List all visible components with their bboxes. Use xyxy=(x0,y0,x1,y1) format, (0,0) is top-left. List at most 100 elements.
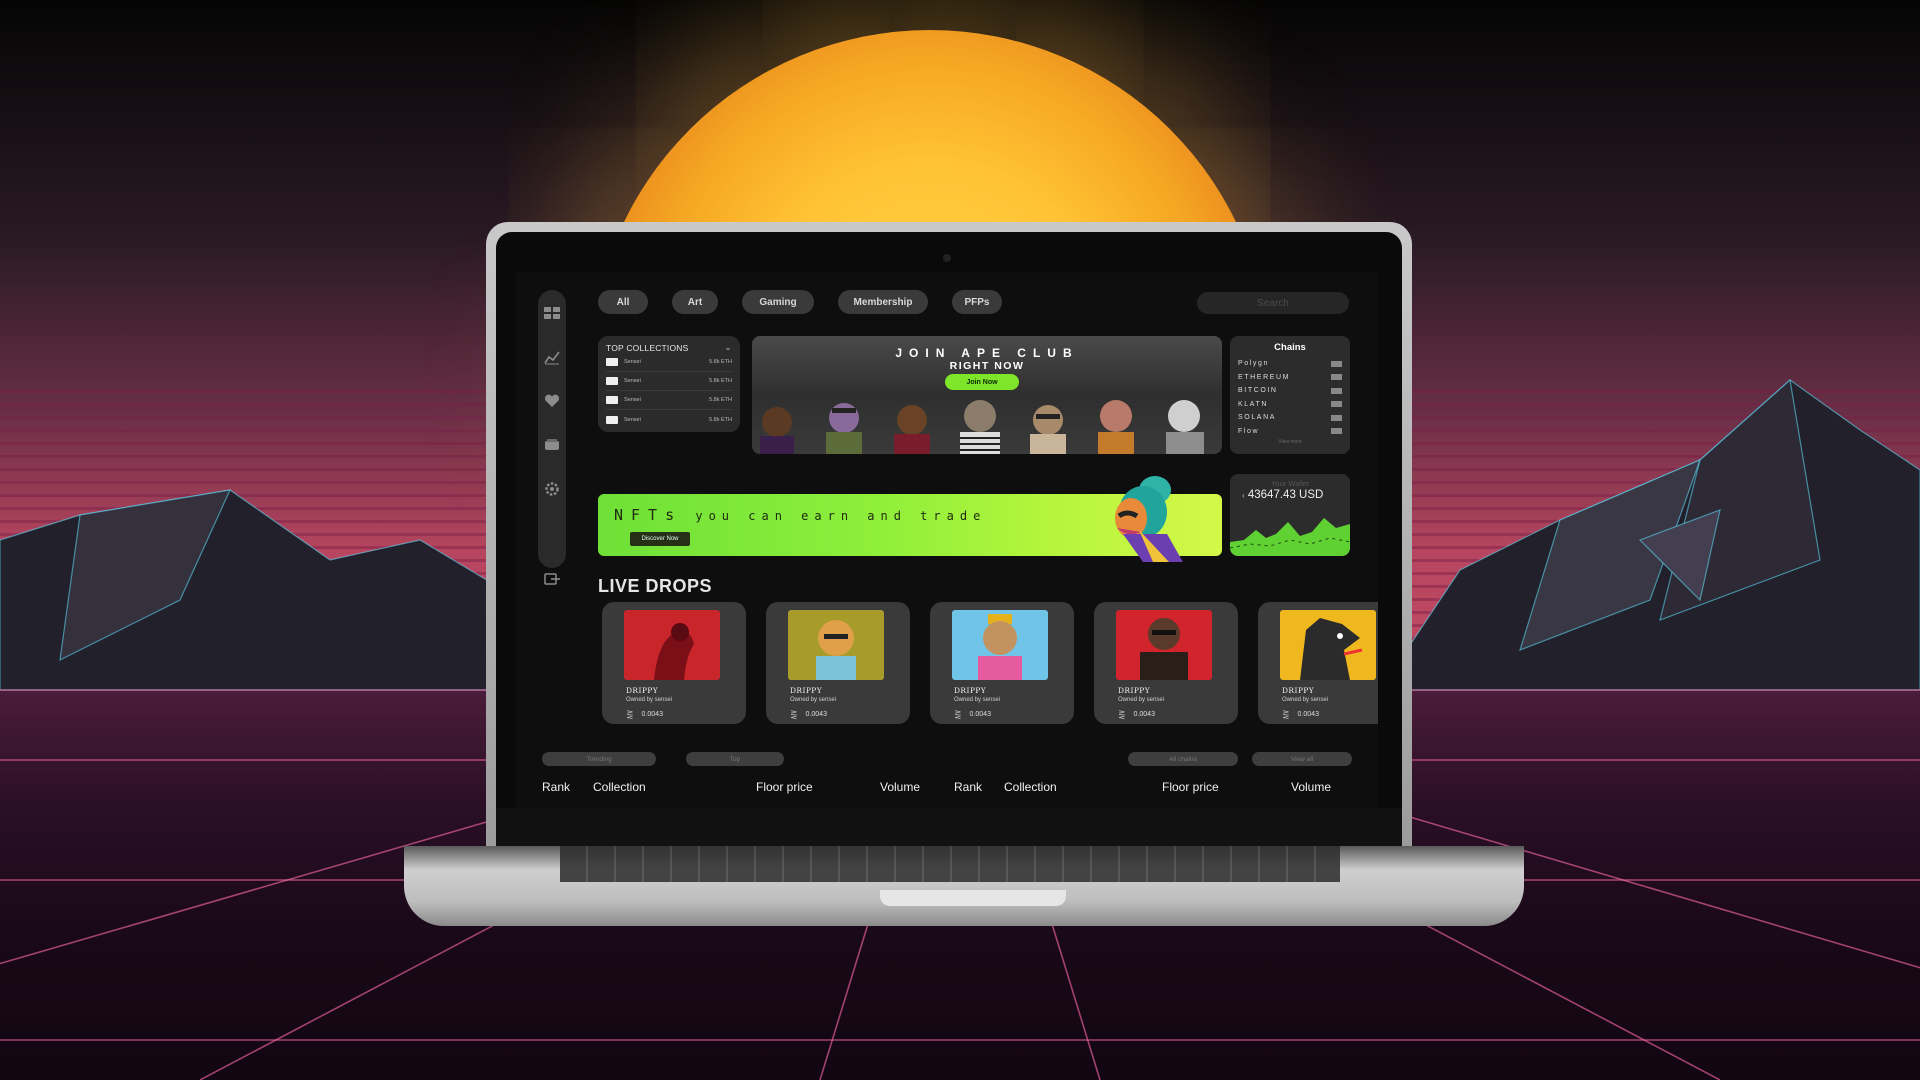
checkbox[interactable] xyxy=(606,358,618,366)
live-drops-title: LIVE DROPS xyxy=(598,576,713,596)
chain-toggle[interactable] xyxy=(1331,401,1342,408)
collection-name: Sensei xyxy=(624,359,641,365)
chain-label: Polygn xyxy=(1238,360,1270,368)
nft-price: ⪐ 0.0043 xyxy=(954,709,991,720)
checkbox[interactable] xyxy=(606,377,618,385)
discover-now-button[interactable]: Discover Now xyxy=(630,532,690,546)
nft-name: DRIPPY xyxy=(954,686,987,695)
chain-item[interactable]: Polygn xyxy=(1238,357,1342,371)
wallet-label: Your Wallet xyxy=(1271,479,1309,488)
view-all-button[interactable]: View all xyxy=(1252,752,1352,766)
hero-subtitle: RIGHT NOW xyxy=(949,360,1025,372)
nft-price: ⪐ 0.0043 xyxy=(1118,709,1155,720)
column-header-volume[interactable]: Volume xyxy=(1291,780,1331,794)
chain-toggle[interactable] xyxy=(1331,428,1342,435)
nft-owner: Owned by sensei xyxy=(1118,697,1165,703)
list-item[interactable]: Sensei 5.8k ETH xyxy=(606,391,732,410)
trending-filter-button[interactable]: Trending xyxy=(542,752,656,766)
nft-name: DRIPPY xyxy=(1282,686,1315,695)
nft-price: ⪐ 0.0043 xyxy=(626,709,663,720)
column-header-collection[interactable]: Collection xyxy=(593,780,646,794)
top-collections-panel: TOP COLLECTIONS ⌄ Sensei 5.8k ETH Sensei… xyxy=(598,336,740,432)
nft-name: DRIPPY xyxy=(1118,686,1151,695)
trackpad-notch xyxy=(880,890,1066,906)
checkbox[interactable] xyxy=(606,415,618,424)
collection-value: 5.8k ETH xyxy=(709,397,732,403)
nft-owner: Owned by sensei xyxy=(954,697,1001,703)
tab-membership[interactable]: Membership xyxy=(838,290,928,314)
collection-name: Sensei xyxy=(624,378,641,384)
list-item[interactable]: Sensei 5.8k ETH xyxy=(606,353,732,372)
banner-tagline: you can earn and trade xyxy=(695,509,987,523)
chain-toggle[interactable] xyxy=(1331,414,1342,421)
heart-icon[interactable] xyxy=(543,392,561,410)
chain-item[interactable]: Flow xyxy=(1238,425,1342,439)
dashboard-icon[interactable] xyxy=(543,304,561,322)
chain-item[interactable]: BITCOIN xyxy=(1238,384,1342,398)
nft-price-value: 0.0043 xyxy=(1297,711,1319,718)
tab-gaming[interactable]: Gaming xyxy=(742,290,814,314)
colorful-portrait-image xyxy=(1115,476,1183,562)
tab-all[interactable]: All xyxy=(598,290,648,314)
drop-card[interactable]: DRIPPY Owned by sensei ⪐ 0.0043 xyxy=(1094,602,1238,724)
settings-icon[interactable] xyxy=(543,480,561,498)
wallet-sparkline xyxy=(1230,518,1350,556)
tab-art[interactable]: Art xyxy=(672,290,718,314)
chain-toggle[interactable] xyxy=(1331,374,1342,381)
logout-icon[interactable] xyxy=(543,570,561,588)
column-header-rank[interactable]: Rank xyxy=(542,780,570,794)
top-collections-title: TOP COLLECTIONS xyxy=(606,342,689,353)
search-input[interactable]: Search xyxy=(1197,292,1349,314)
hero-banner: JOIN APE CLUB RIGHT NOW Join Now xyxy=(752,336,1222,454)
collection-value: 5.8k ETH xyxy=(709,416,732,423)
nft-price-value: 0.0043 xyxy=(1133,711,1155,718)
view-more-link[interactable]: View more xyxy=(1238,439,1342,445)
keyboard-strip xyxy=(560,846,1340,882)
nft-owner: Owned by sensei xyxy=(1282,697,1329,703)
chart-line-icon[interactable] xyxy=(543,348,561,366)
drop-card[interactable]: DRIPPY Owned by sensei ⪐ 0.0043 xyxy=(930,602,1074,724)
ethereum-icon: ⪐ xyxy=(954,709,962,719)
column-header-volume[interactable]: Volume xyxy=(880,780,920,794)
ape-characters-image xyxy=(760,400,1204,454)
collection-value: 5.8k ETH xyxy=(709,359,732,365)
banner-headline: NFTs xyxy=(614,506,683,524)
collection-name: Sensei xyxy=(624,416,641,423)
chain-toggle[interactable] xyxy=(1331,360,1342,367)
all-chains-button[interactable]: All chains xyxy=(1128,752,1238,766)
nft-name: DRIPPY xyxy=(626,686,659,695)
nft-owner: Owned by sensei xyxy=(790,697,837,703)
wallet-balance-value: 43647.43 USD xyxy=(1247,489,1324,501)
chain-label: Flow xyxy=(1238,427,1260,435)
camera-dot xyxy=(943,254,951,262)
nft-price-value: 0.0043 xyxy=(969,711,991,718)
chevron-left-icon[interactable]: ‹ xyxy=(1242,491,1245,500)
drop-card[interactable]: DRIPPY Owned by sensei ⪐ 0.0043 xyxy=(1258,602,1378,724)
column-header-rank[interactable]: Rank xyxy=(954,780,982,794)
nft-price: ⪐ 0.0043 xyxy=(1282,709,1319,720)
checkbox[interactable] xyxy=(606,396,618,404)
column-header-floor-price[interactable]: Floor price xyxy=(1162,780,1219,794)
column-header-floor-price[interactable]: Floor price xyxy=(756,780,813,794)
nft-owner: Owned by sensei xyxy=(626,697,673,703)
drop-card[interactable]: DRIPPY Owned by sensei ⪐ 0.0043 xyxy=(766,602,910,724)
chain-item[interactable]: ETHEREUM xyxy=(1238,371,1342,385)
tab-pfps[interactable]: PFPs xyxy=(952,290,1002,314)
column-header-collection[interactable]: Collection xyxy=(1004,780,1057,794)
collection-name: Sensei xyxy=(624,397,641,403)
live-drops-list: DRIPPY Owned by sensei ⪐ 0.0043 DRIPPY Ow… xyxy=(602,602,1378,724)
chain-item[interactable]: SOLANA xyxy=(1238,411,1342,425)
chain-toggle[interactable] xyxy=(1331,387,1342,394)
sidebar xyxy=(538,290,566,585)
chain-label: ETHEREUM xyxy=(1238,373,1291,381)
chevron-down-icon[interactable]: ⌄ xyxy=(724,342,732,353)
top-filter-button[interactable]: Top xyxy=(686,752,784,766)
chain-item[interactable]: KLATN xyxy=(1238,398,1342,412)
join-now-button[interactable]: Join Now xyxy=(945,374,1019,390)
nft-thumbnail xyxy=(1116,610,1212,680)
wallet-icon[interactable] xyxy=(543,436,561,454)
list-item[interactable]: Sensei 5.8k ETH xyxy=(606,372,732,391)
drop-card[interactable]: DRIPPY Owned by sensei ⪐ 0.0043 xyxy=(602,602,746,724)
ethereum-icon: ⪐ xyxy=(790,709,798,719)
list-item[interactable]: Sensei 5.8k ETH xyxy=(606,410,732,429)
